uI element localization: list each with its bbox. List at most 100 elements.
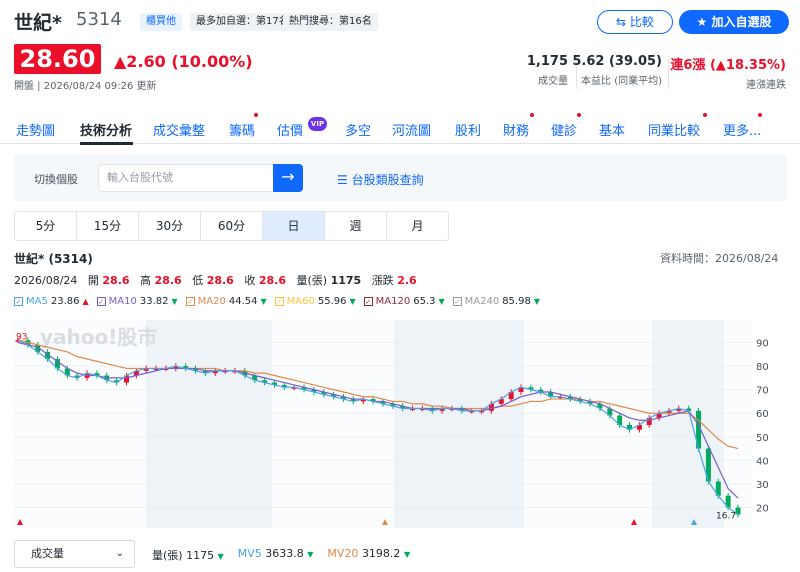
down-triangle-icon: ▼ — [260, 297, 267, 306]
low-label: 低 — [192, 274, 204, 287]
change-label: 漲跌 — [371, 274, 394, 287]
ohlc-readout: 2026/08/24 開 28.6 高 28.6 低 28.6 收 28.6 量… — [14, 272, 417, 288]
period-15min[interactable]: 15分 — [77, 212, 139, 240]
period-band — [652, 320, 724, 528]
down-triangle-icon: ▼ — [171, 297, 178, 306]
up-triangle-icon: ▲ — [82, 297, 89, 306]
y-tick-label: 30 — [756, 480, 769, 491]
ohlc-date: 2026/08/24 — [14, 274, 78, 287]
tab-more[interactable]: 更多... — [723, 120, 761, 139]
period-month[interactable]: 月 — [387, 212, 448, 240]
checkbox-icon[interactable]: ✓ — [363, 297, 373, 306]
tab-chips[interactable]: 籌碼 — [229, 120, 255, 139]
high-label: 高 — [140, 274, 152, 287]
update-time: 開盤 | 2026/08/24 09:26 更新 — [14, 81, 157, 92]
high-price-label: 93 — [16, 332, 27, 342]
vol-stat: 量(張) 1175 ▼ — [152, 547, 224, 563]
legend-value: 65.3 — [413, 296, 436, 307]
legend-ma120[interactable]: ✓ MA120 65.3 ▼ — [363, 296, 445, 307]
period-60min[interactable]: 60分 — [201, 212, 263, 240]
compare-label: 比較 — [629, 15, 654, 29]
data-time: 資料時間：2026/08/24 — [660, 252, 779, 265]
category-query-link[interactable]: ☰ 台股類股查詢 — [337, 171, 424, 188]
add-watchlist-label: 加入自選股 — [711, 15, 772, 29]
legend-ma20[interactable]: ✓ MA20 44.54 ▼ — [185, 296, 267, 307]
tab-longshort[interactable]: 多空 — [345, 120, 371, 139]
compare-icon: ⇆ — [616, 15, 630, 29]
price-change: ▲2.60 (10.00%) — [114, 52, 253, 71]
checkbox-icon[interactable]: ✓ — [14, 297, 23, 306]
close-value: 28.6 — [258, 274, 286, 287]
tab-technical[interactable]: 技術分析 — [80, 120, 132, 139]
price-chart[interactable]: 90 80 70 60 50 40 30 20 yahoo!股市 93 16.7 — [14, 320, 789, 528]
tab-trades[interactable]: 成交彙整 — [153, 120, 205, 139]
stat-pe: 5.62 (39.05) 本益比 (同業平均) — [572, 54, 662, 87]
new-dot-icon — [703, 113, 707, 117]
legend-ma60[interactable]: ✓ MA60 55.96 ▼ — [274, 296, 356, 307]
legend-ma10[interactable]: ✓ MA10 33.82 ▼ — [96, 296, 178, 307]
legend-name: MA60 — [286, 296, 315, 307]
stat-streak-label: 連漲連跌 — [746, 80, 786, 91]
down-triangle-icon: ▼ — [217, 552, 224, 561]
stat-volume: 1,175 成交量 — [527, 54, 568, 87]
arrow-right-icon: → — [281, 167, 295, 186]
compare-button[interactable]: ⇆ 比較 — [597, 10, 673, 34]
period-day[interactable]: 日 — [263, 212, 325, 240]
stat-volume-value: 1,175 — [526, 54, 568, 69]
legend-value: 85.98 — [502, 296, 531, 307]
tab-river[interactable]: 河流圖 — [392, 120, 431, 139]
tab-health[interactable]: 健診 — [551, 120, 577, 139]
down-triangle-icon: ▼ — [533, 297, 540, 306]
search-submit-button[interactable]: → — [273, 164, 303, 192]
legend-value: 55.96 — [317, 296, 347, 307]
checkbox-icon[interactable]: ✓ — [452, 297, 462, 306]
main-nav: 走勢圖 技術分析 成交彙整 籌碼 估價 多空 河流圖 股利 財務 健診 基本 同… — [0, 106, 800, 145]
active-tab-underline — [80, 142, 133, 145]
period-band — [394, 320, 524, 528]
list-icon: ☰ — [337, 173, 352, 187]
vol-stat-value: 1175 — [186, 549, 215, 562]
stat-streak: 連6漲 (▲18.35%) 連漲連跌 — [670, 54, 786, 91]
stat-pe-value: 5.62 (39.05) — [572, 54, 662, 69]
period-5min[interactable]: 5分 — [15, 212, 77, 240]
legend-ma240[interactable]: ✓ MA240 85.98 ▼ — [452, 296, 540, 307]
stat-streak-value: 連6漲 (▲18.35%) — [670, 58, 786, 73]
tab-financial[interactable]: 財務 — [503, 120, 529, 139]
period-30min[interactable]: 30分 — [139, 212, 201, 240]
change-value: 2.6 — [397, 274, 417, 287]
period-band — [146, 320, 272, 528]
tab-valuation[interactable]: 估價 — [277, 120, 303, 139]
add-watchlist-button[interactable]: ★ 加入自選股 — [679, 10, 789, 34]
y-tick-label: 90 — [756, 339, 769, 350]
legend-value: 33.82 — [139, 296, 169, 307]
period-week[interactable]: 週 — [325, 212, 387, 240]
y-tick-label: 40 — [756, 456, 769, 467]
low-value: 28.6 — [206, 274, 234, 287]
stock-search-input[interactable]: 輸入台股代號 — [98, 164, 276, 192]
new-dot-icon — [577, 113, 581, 117]
close-label: 收 — [244, 274, 256, 287]
tab-peer-compare[interactable]: 同業比較 — [648, 120, 700, 139]
high-value: 28.6 — [154, 274, 182, 287]
down-triangle-icon: ▼ — [438, 297, 445, 306]
legend-name: MA240 — [464, 296, 500, 307]
volume-label: 量(張) — [296, 274, 328, 287]
checkbox-icon[interactable]: ✓ — [274, 297, 284, 306]
checkbox-icon[interactable]: ✓ — [185, 297, 195, 306]
search-rank-tag: 熱門搜尋：第16名 — [283, 13, 378, 31]
checkbox-icon[interactable]: ✓ — [96, 297, 106, 306]
y-tick-label: 80 — [756, 362, 769, 373]
tab-basic[interactable]: 基本 — [599, 120, 625, 139]
y-tick-label: 50 — [756, 433, 769, 444]
indicator-select[interactable]: 成交量 ⌄ — [14, 540, 135, 568]
tab-trend[interactable]: 走勢圖 — [16, 120, 55, 139]
legend-value: 44.54 — [228, 296, 258, 307]
market-tag[interactable]: 櫃買他 — [140, 13, 182, 31]
stat-pe-label: 本益比 (同業平均) — [581, 76, 662, 87]
mv5-label: MV5 — [237, 547, 262, 560]
tab-dividend[interactable]: 股利 — [455, 120, 481, 139]
stat-volume-label: 成交量 — [538, 76, 568, 87]
mv5-value: 3633.8 — [265, 547, 304, 560]
chevron-down-icon: ⌄ — [115, 548, 124, 559]
legend-ma5[interactable]: ✓ MA5 23.86 ▲ — [14, 296, 89, 307]
